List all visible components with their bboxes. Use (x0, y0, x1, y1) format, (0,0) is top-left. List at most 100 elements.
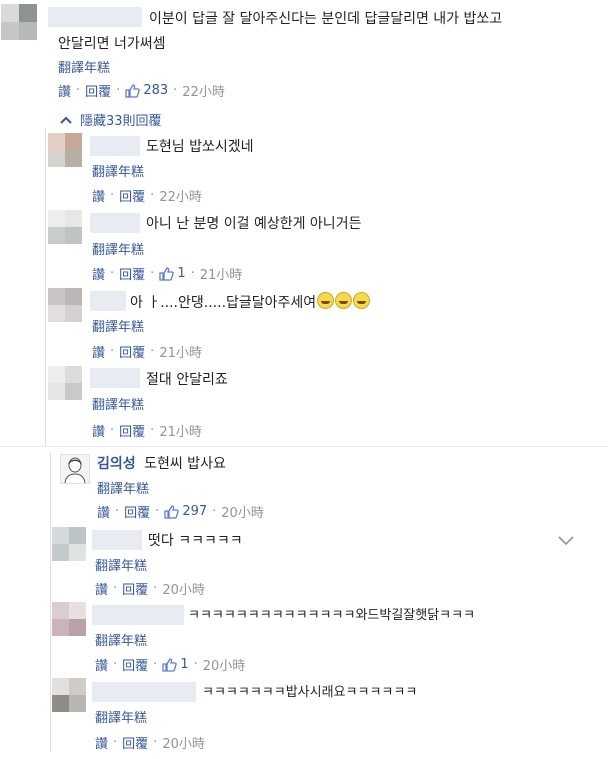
reply-actions: 讚 · 回覆 · 22小時 (92, 186, 202, 205)
commenter-name-redacted[interactable] (90, 291, 126, 311)
translate-link[interactable]: 翻譯年糕 (92, 316, 144, 335)
translate-link[interactable]: 翻譯年糕 (92, 394, 144, 413)
avatar[interactable] (48, 366, 82, 400)
commenter-name-redacted[interactable] (48, 7, 142, 27)
separator: · (115, 504, 120, 519)
like-button[interactable]: 讚 (92, 421, 105, 440)
like-count[interactable]: 1 (162, 657, 189, 672)
comment-text: 김의성 도현씨 밥사요 (97, 454, 226, 474)
timestamp[interactable]: 20小時 (162, 733, 205, 752)
timestamp[interactable]: 20小時 (203, 655, 246, 674)
avatar[interactable] (48, 288, 82, 322)
portrait-sketch-icon (64, 457, 86, 483)
commenter-name-redacted[interactable] (92, 530, 142, 550)
reply-button[interactable]: 回覆 (122, 579, 148, 598)
separator: · (116, 83, 121, 98)
timestamp[interactable]: 21小時 (200, 264, 243, 283)
like-button[interactable]: 讚 (58, 81, 71, 100)
reply-text: 떳다 ㅋㅋㅋㅋㅋ (148, 533, 243, 549)
commenter-name-redacted[interactable] (90, 368, 140, 388)
reply-button[interactable]: 回覆 (124, 502, 150, 521)
comment-text-content: 도현씨 밥사요 (144, 456, 226, 472)
separator: · (76, 83, 81, 98)
commenter-name-redacted[interactable] (92, 605, 184, 625)
comment-actions: 讚 · 回覆 · 283 · 22小時 (58, 81, 225, 100)
commenter-name-redacted[interactable] (92, 682, 196, 702)
like-button[interactable]: 讚 (95, 655, 108, 674)
timestamp[interactable]: 20小時 (221, 502, 264, 521)
like-button[interactable]: 讚 (92, 342, 105, 361)
timestamp[interactable]: 22小時 (159, 186, 202, 205)
separator: · (150, 423, 155, 438)
like-count[interactable]: 297 (164, 504, 207, 519)
avatar[interactable] (60, 454, 90, 484)
reply-button[interactable]: 回覆 (119, 264, 145, 283)
commenter-name[interactable]: 김의성 (97, 456, 136, 472)
avatar[interactable] (48, 210, 82, 244)
reply-actions: 讚 · 回覆 · 1 · 20小時 (95, 655, 245, 674)
like-button[interactable]: 讚 (95, 733, 108, 752)
thumbs-up-icon (164, 504, 180, 519)
reply-button[interactable]: 回覆 (122, 655, 148, 674)
timestamp[interactable]: 21小時 (159, 342, 202, 361)
timestamp[interactable]: 20小時 (162, 579, 205, 598)
separator: · (150, 188, 155, 203)
commenter-name-redacted[interactable] (90, 213, 140, 233)
like-button[interactable]: 讚 (97, 502, 110, 521)
comment-text-continued: 안달리면 너가써셈 (58, 36, 166, 52)
translate-link[interactable]: 翻譯年糕 (58, 57, 110, 76)
translate-link[interactable]: 翻譯年糕 (95, 707, 147, 726)
reply-actions: 讚 · 回覆 · 20小時 (95, 733, 205, 752)
laughing-emoji-icon (353, 292, 371, 309)
translate-link[interactable]: 翻譯年糕 (92, 239, 144, 258)
chevron-down-icon[interactable] (558, 536, 574, 546)
avatar[interactable] (48, 133, 82, 167)
comment-text: 이분이 답글 잘 달아주신다는 분인데 답글달리면 내가 밥쏘고 (149, 11, 503, 27)
separator: · (110, 188, 115, 203)
reply-text: 도현님 밥쏘시겠네 (146, 139, 254, 155)
hide-replies-label: 隱藏33則回覆 (80, 114, 162, 129)
like-button[interactable]: 讚 (95, 579, 108, 598)
reply-text: 아니 난 분명 이걸 예상한게 아니거든 (146, 216, 362, 232)
avatar[interactable] (52, 527, 86, 561)
translate-link[interactable]: 翻譯年糕 (95, 555, 147, 574)
comment-divider (0, 446, 608, 447)
reply-button[interactable]: 回覆 (119, 342, 145, 361)
like-button[interactable]: 讚 (92, 186, 105, 205)
separator: · (212, 504, 217, 519)
timestamp[interactable]: 21小時 (159, 421, 202, 440)
like-count-value: 297 (182, 504, 208, 519)
avatar[interactable] (1, 4, 37, 40)
like-count-value: 283 (143, 83, 169, 98)
separator: · (155, 504, 160, 519)
separator: · (173, 83, 178, 98)
avatar[interactable] (52, 602, 86, 636)
reply-button[interactable]: 回覆 (85, 81, 111, 100)
avatar[interactable] (52, 678, 86, 712)
laughing-emoji-icon (335, 292, 353, 309)
chevron-up-icon (60, 116, 72, 124)
timestamp[interactable]: 22小時 (182, 81, 225, 100)
like-count[interactable]: 1 (159, 266, 186, 281)
separator: · (153, 735, 158, 750)
commenter-name-redacted[interactable] (90, 136, 140, 156)
separator: · (190, 266, 195, 281)
reply-button[interactable]: 回覆 (122, 733, 148, 752)
reply-actions: 讚 · 回覆 · 21小時 (92, 342, 202, 361)
like-count[interactable]: 283 (125, 83, 168, 98)
like-button[interactable]: 讚 (92, 264, 105, 283)
like-count-value: 1 (177, 266, 186, 281)
reply-button[interactable]: 回覆 (119, 186, 145, 205)
reply-text: 아 ㅏ....안댕.....답글달아주세여 (130, 292, 371, 313)
translate-link[interactable]: 翻譯年糕 (97, 478, 149, 497)
translate-link[interactable]: 翻譯年糕 (92, 161, 144, 180)
reply-button[interactable]: 回覆 (119, 421, 145, 440)
separator: · (113, 657, 118, 672)
hide-replies-toggle[interactable]: 隱藏33則回覆 (60, 110, 162, 129)
translate-link[interactable]: 翻譯年糕 (95, 630, 147, 649)
laughing-emoji-icon (317, 292, 335, 309)
separator: · (150, 344, 155, 359)
thread-line (45, 128, 46, 446)
separator: · (193, 657, 198, 672)
thread-line (50, 452, 51, 752)
